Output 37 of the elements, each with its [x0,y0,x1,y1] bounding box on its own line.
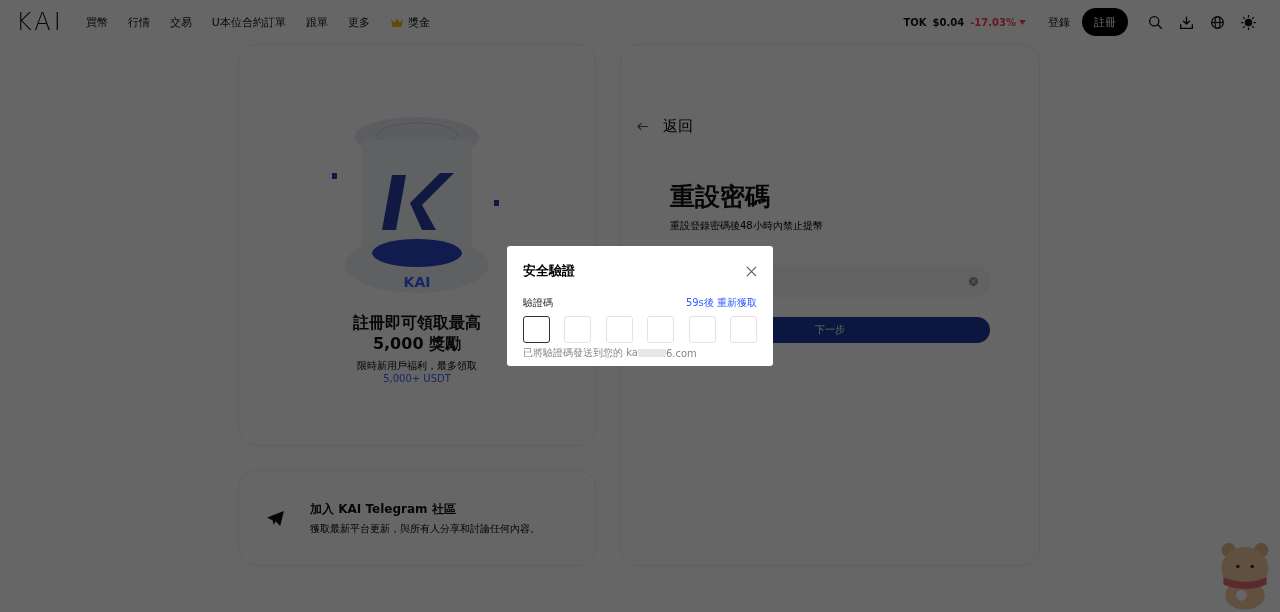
paper-plane-icon[interactable] [267,510,284,526]
email-suffix: 6.com [665,347,697,359]
promo-subtitle: 限時新用戶福利，最多領取 5,000+ USDT [356,358,478,384]
register-button[interactable]: 註冊 [1082,8,1128,36]
search-icon[interactable] [1148,14,1163,30]
nav-link[interactable]: 獎金 [389,14,430,30]
promo-headline: 註冊即可領取最高 5,000 獎勵 [352,313,482,355]
globe-icon[interactable] [1210,14,1225,30]
dialog-title: 安全驗證 [523,262,575,280]
community-subtitle: 獲取最新平台更新，與所有人分享和討論任何內容。 [310,521,540,536]
price-change: -17.03% [970,16,1016,28]
sent-hint: 已將驗證碼發送到您的 ka [523,346,638,360]
close-icon[interactable] [746,265,757,277]
nav-link[interactable]: 行情 [127,14,150,30]
crown-icon [389,16,404,28]
nav-link[interactable]: 跟單 [305,14,328,30]
code-input[interactable] [523,316,550,343]
nav-link[interactable]: 買幣 [85,14,108,30]
ticker-symbol: TOK [903,16,927,28]
resend-link[interactable]: 59s後 重新獲取 [685,296,757,310]
nav-link[interactable]: U本位合約訂單 [211,14,286,30]
nav-link[interactable]: 更多 [347,14,370,30]
community-title: 加入 KAI Telegram 社區 [310,500,457,518]
code-label: 驗證碼 [523,296,553,310]
back-arrow-icon [637,122,649,131]
download-icon[interactable] [1179,14,1194,30]
logo-pedestal-drawing: KAI [332,115,502,295]
ticker-price: $0.04 [932,16,965,28]
back-link[interactable]: 返回 [637,117,693,136]
sun-icon[interactable] [1241,14,1256,30]
nav-link[interactable]: 交易 [169,14,192,30]
page-title: 重設密碼 [670,181,771,213]
logo[interactable]: KAI [16,8,64,36]
login-link[interactable]: 登錄 [1048,14,1070,30]
down-triangle-icon [1019,19,1026,25]
clear-icon[interactable] [969,276,978,286]
page-subtitle: 重設登錄密碼後48小時內禁止提幣 [670,219,824,233]
